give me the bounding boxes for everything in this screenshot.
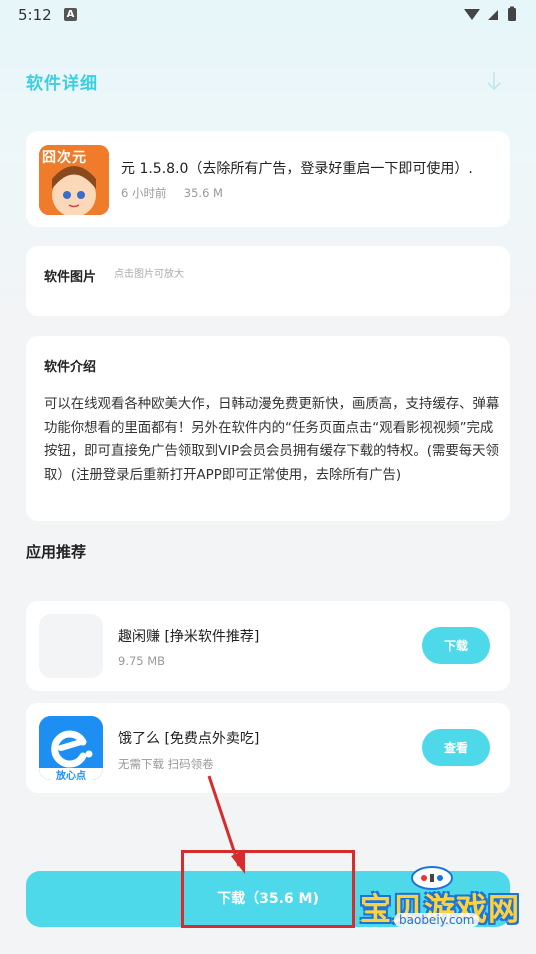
- notification-icon: A: [64, 8, 77, 21]
- app-title: 元 1.5.8.0（去除所有广告，登录好重启一下即可使用）.: [121, 161, 473, 177]
- recommend-item[interactable]: 放心点 饿了么 [免费点外卖吃] 无需下载 扫码领卷 查看: [26, 703, 510, 793]
- app-info-card: 囧次元 元 1.5.8.0（去除所有广告，登录好重启一下即可使用）. 6 小时前…: [26, 131, 510, 227]
- recommend-heading: 应用推荐: [26, 543, 87, 561]
- download-button[interactable]: 下载: [422, 627, 490, 664]
- app-meta: 6 小时前 35.6 M: [121, 185, 223, 201]
- app-icon-placeholder: [39, 614, 103, 678]
- recommend-item-name: 趣闲赚 [挣米软件推荐]: [118, 629, 260, 645]
- highlight-box: [181, 850, 355, 928]
- wifi-icon: [464, 9, 480, 20]
- page-title: 软件详细: [26, 74, 98, 94]
- screenshots-card[interactable]: 软件图片 点击图片可放大: [26, 246, 510, 316]
- intro-card: 软件介绍 可以在线观看各种欧美大作，日韩动漫免费更新快，画质高，支持缓存、弹幕功…: [26, 336, 510, 521]
- app-size: 35.6 M: [183, 186, 223, 200]
- eleme-icon-text: 放心点: [56, 771, 86, 780]
- arrow-down-icon[interactable]: [484, 70, 504, 92]
- app-icon: 囧次元: [39, 145, 109, 215]
- recommend-item-name: 饿了么 [免费点外卖吃]: [118, 731, 260, 747]
- eleme-icon: 放心点: [39, 716, 103, 780]
- intro-label: 软件介绍: [44, 360, 97, 375]
- app-time-ago: 6 小时前: [121, 186, 167, 200]
- screenshots-label: 软件图片: [44, 270, 97, 285]
- watermark-url: baobeiy.com: [394, 913, 480, 927]
- battery-icon: [508, 8, 516, 21]
- recommend-item-size: 9.75 MB: [118, 654, 166, 668]
- app-icon-text: 囧次元: [42, 150, 87, 166]
- status-icons: [464, 6, 516, 21]
- screenshots-hint: 点击图片可放大: [114, 269, 184, 280]
- view-button[interactable]: 查看: [422, 729, 490, 766]
- recommend-item[interactable]: 趣闲赚 [挣米软件推荐] 9.75 MB 下载: [26, 601, 510, 691]
- intro-text: 可以在线观看各种欧美大作，日韩动漫免费更新快，画质高，支持缓存、弹幕功能你想看的…: [44, 397, 500, 483]
- signal-icon: [488, 10, 498, 20]
- status-time: 5:12: [18, 6, 52, 24]
